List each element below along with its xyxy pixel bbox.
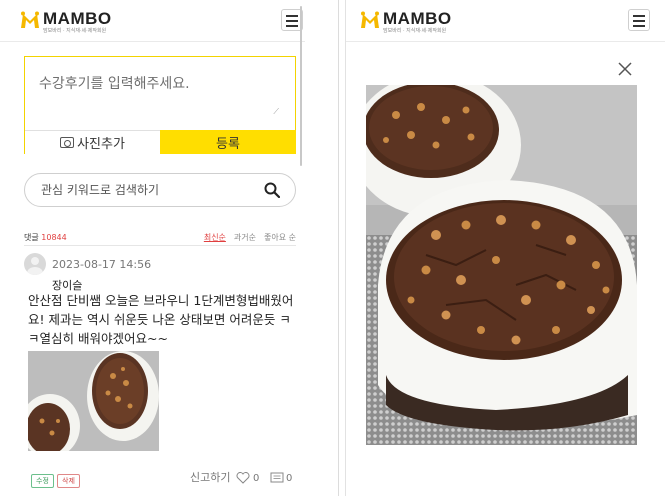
logo-subtitle: 맘보바리 · 지식재·세·제작회원 — [43, 28, 107, 34]
reply-count: 0 — [286, 472, 293, 484]
post-body: 안산점 단비쌤 오늘은 브라우니 1단계변형법배웠어요! 제과는 역시 쉬운듯 … — [28, 293, 294, 346]
search-input[interactable] — [41, 181, 251, 199]
sort-options: 최신순 과거순 좋아요 순 — [204, 232, 296, 243]
heart-icon — [236, 472, 250, 484]
post-photo-thumbnail[interactable] — [28, 351, 159, 451]
delete-button[interactable]: 삭제 — [57, 474, 80, 488]
logo-text: MAMBO — [43, 9, 112, 28]
edit-button[interactable]: 수정 — [31, 474, 54, 488]
review-panel: MAMBO 맘보바리 · 지식재·세·제작회원 ⟋ 사진추가 등록 댓글 108… — [0, 0, 305, 496]
header: MAMBO 맘보바리 · 지식재·세·제작회원 — [346, 0, 665, 42]
comment-count-number: 10844 — [41, 233, 67, 242]
header: MAMBO 맘보바리 · 지식재·세·제작회원 — [0, 0, 305, 42]
review-form: ⟋ 사진추가 등록 — [24, 56, 296, 154]
avatar — [24, 253, 46, 275]
comment-count: 댓글 10844 — [24, 232, 67, 243]
camera-icon — [60, 137, 75, 148]
comment-header: 댓글 10844 최신순 과거순 좋아요 순 — [24, 232, 296, 246]
menu-button[interactable] — [628, 9, 650, 31]
resize-grip-icon[interactable]: ⟋ — [273, 107, 279, 117]
photo-viewer-panel: MAMBO 맘보바리 · 지식재·세·제작회원 — [345, 0, 665, 496]
scrollbar[interactable] — [300, 6, 302, 166]
logo-subtitle: 맘보바리 · 지식재·세·제작회원 — [383, 28, 447, 34]
sort-likes[interactable]: 좋아요 순 — [264, 232, 296, 243]
sort-oldest[interactable]: 과거순 — [234, 232, 256, 243]
close-icon[interactable] — [617, 61, 633, 77]
add-photo-label: 사진추가 — [77, 137, 125, 152]
comment-label: 댓글 — [24, 233, 39, 242]
logo-mark-icon — [20, 11, 40, 29]
search-icon[interactable] — [264, 182, 280, 198]
logo[interactable]: MAMBO 맘보바리 · 지식재·세·제작회원 — [360, 10, 452, 34]
sort-latest[interactable]: 최신순 — [204, 232, 226, 243]
panel-divider — [338, 0, 339, 496]
logo[interactable]: MAMBO 맘보바리 · 지식재·세·제작회원 — [20, 10, 112, 34]
like-button[interactable]: 0 — [236, 472, 259, 484]
logo-mark-icon — [360, 11, 380, 29]
logo-text: MAMBO — [383, 9, 452, 28]
add-photo-button[interactable]: 사진추가 — [25, 130, 160, 154]
review-textarea[interactable] — [25, 57, 295, 129]
like-count: 0 — [253, 472, 260, 484]
search-bar — [24, 173, 296, 207]
brownie-photo — [366, 85, 637, 445]
comment-icon — [270, 472, 284, 483]
submit-button[interactable]: 등록 — [160, 130, 296, 154]
post-date: 2023-08-17 14:56 — [52, 258, 152, 271]
report-button[interactable]: 신고하기 — [190, 469, 230, 485]
reply-button[interactable]: 0 — [270, 472, 292, 484]
